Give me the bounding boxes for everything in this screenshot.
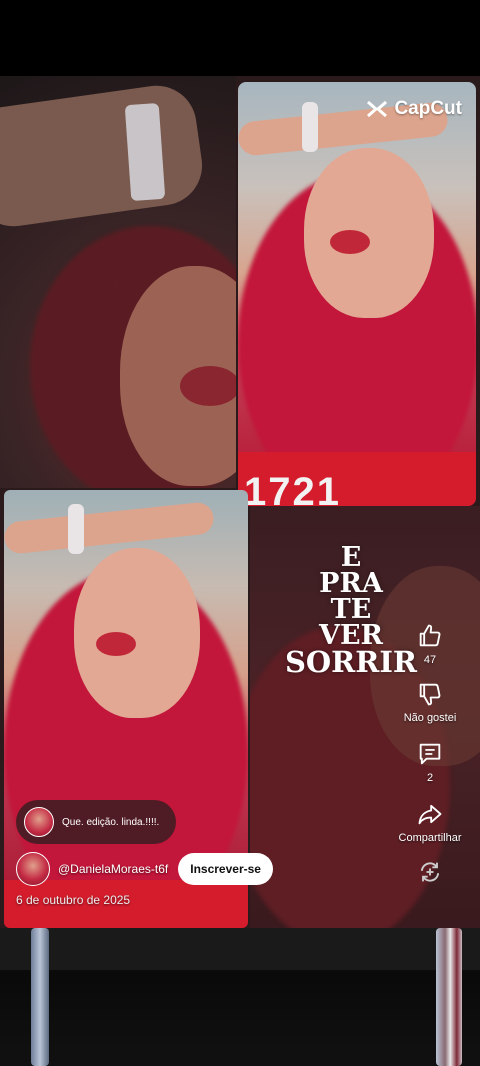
share-button[interactable]: Compartilhar bbox=[380, 800, 480, 844]
channel-row: @DanielaMoraes-t6f Inscrever-se bbox=[16, 852, 273, 886]
share-icon bbox=[418, 804, 442, 825]
like-button[interactable]: 47 bbox=[380, 622, 480, 666]
remix-icon bbox=[420, 862, 440, 882]
crescent-moon-icon bbox=[114, 242, 184, 314]
remix-button[interactable] bbox=[380, 858, 480, 886]
timeline-track bbox=[0, 928, 480, 970]
dislike-label: Não gostei bbox=[403, 712, 457, 724]
dislike-button[interactable]: Não gostei bbox=[380, 680, 480, 724]
channel-avatar[interactable] bbox=[16, 852, 50, 886]
comment-preview-text: Que. edição. linda.!!!!. bbox=[62, 816, 160, 828]
timeline-strip[interactable] bbox=[0, 928, 480, 1066]
like-count: 47 bbox=[423, 654, 437, 666]
thumbs-up-icon bbox=[419, 624, 441, 647]
upload-date: 6 de outubro de 2025 bbox=[16, 893, 131, 907]
comments-button[interactable]: 2 bbox=[380, 740, 480, 784]
capcut-watermark: CapCut bbox=[366, 98, 462, 120]
capcut-brand-text: CapCut bbox=[394, 98, 462, 119]
comment-count: 2 bbox=[426, 772, 434, 784]
subscribe-button[interactable]: Inscrever-se bbox=[178, 853, 273, 885]
timeline-handle-left[interactable] bbox=[31, 928, 49, 1066]
timeline-handle-right[interactable] bbox=[436, 928, 462, 1066]
thumbs-down-icon bbox=[419, 683, 441, 706]
avatar bbox=[24, 807, 54, 837]
channel-name[interactable]: @DanielaMoraes-t6f bbox=[58, 862, 168, 876]
photo-panel-top-right: 1721 bbox=[238, 82, 476, 506]
shirt-number: 1721 bbox=[244, 470, 341, 506]
share-label: Compartilhar bbox=[398, 832, 462, 844]
capcut-logo-icon bbox=[367, 100, 388, 118]
comment-icon bbox=[419, 743, 441, 765]
comment-preview[interactable]: Que. edição. linda.!!!!. bbox=[16, 800, 176, 844]
